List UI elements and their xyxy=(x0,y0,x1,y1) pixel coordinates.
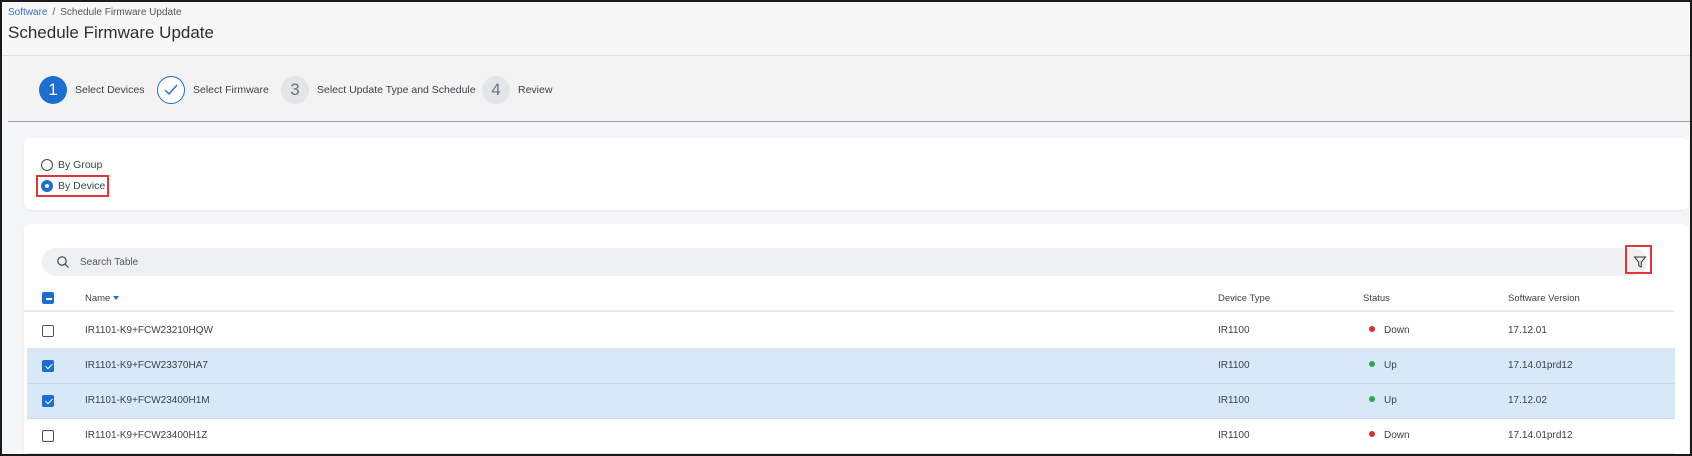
step-label: Select Devices xyxy=(75,84,145,96)
device-table-card: Search Table Name Device Type Status Sof… xyxy=(24,224,1689,454)
status-dot-icon xyxy=(1369,361,1375,367)
breadcrumb-current: Schedule Firmware Update xyxy=(60,7,182,18)
device-name: IR1101-K9+FCW23370HA7 xyxy=(85,360,208,371)
status-cell: Down xyxy=(1369,430,1410,441)
breadcrumb: Software / Schedule Firmware Update xyxy=(8,7,181,18)
row-checkbox[interactable] xyxy=(42,360,54,372)
status-text: Down xyxy=(1384,430,1410,441)
wizard-step-review[interactable]: 4 Review xyxy=(482,76,552,104)
step-number-badge: 3 xyxy=(281,76,309,104)
page-title: Schedule Firmware Update xyxy=(8,23,214,42)
search-bar[interactable]: Search Table xyxy=(42,248,1647,276)
search-icon xyxy=(57,256,69,268)
column-header-device-type[interactable]: Device Type xyxy=(1218,293,1270,304)
wizard-stepper: 1 Select Devices Select Firmware 3 Selec… xyxy=(8,56,1690,122)
status-text: Up xyxy=(1384,360,1397,371)
highlight-box xyxy=(36,175,109,197)
radio-button[interactable] xyxy=(41,159,53,171)
radio-by-group[interactable]: By Group xyxy=(41,159,102,171)
sort-arrow-icon xyxy=(113,296,120,300)
row-checkbox[interactable] xyxy=(42,395,54,407)
step-number-badge: 1 xyxy=(39,76,67,104)
status-text: Up xyxy=(1384,395,1397,406)
breadcrumb-link-software[interactable]: Software xyxy=(8,7,47,18)
device-type: IR1100 xyxy=(1218,430,1250,441)
wizard-step-select-firmware[interactable]: Select Firmware xyxy=(157,76,269,104)
breadcrumb-separator: / xyxy=(52,7,56,18)
status-cell: Up xyxy=(1369,395,1397,406)
status-cell: Up xyxy=(1369,360,1397,371)
highlight-box xyxy=(1625,245,1652,274)
step-label: Select Firmware xyxy=(193,84,269,96)
wizard-step-select-update-type[interactable]: 3 Select Update Type and Schedule xyxy=(281,76,476,104)
checkmark-icon xyxy=(157,76,185,104)
software-version: 17.14.01prd12 xyxy=(1508,430,1573,441)
row-checkbox[interactable] xyxy=(42,325,54,337)
row-checkbox[interactable] xyxy=(42,430,54,442)
page-header: Software / Schedule Firmware Update Schedu… xyxy=(2,2,1690,56)
table-row[interactable]: IR1101-K9+FCW23370HA7 IR1100 Up 17.14.01… xyxy=(27,349,1675,384)
step-label: Review xyxy=(518,84,553,96)
software-version: 17.12.01 xyxy=(1508,325,1547,336)
selection-mode-card: By Group By Device xyxy=(24,138,1689,210)
table-header: Name Device Type Status Software Version xyxy=(24,286,1674,312)
device-type: IR1100 xyxy=(1218,325,1250,336)
status-cell: Down xyxy=(1369,325,1410,336)
device-name: IR1101-K9+FCW23400H1M xyxy=(85,395,210,406)
column-header-software-version[interactable]: Software Version xyxy=(1508,293,1580,304)
table-row[interactable]: IR1101-K9+FCW23400H1Z IR1100 Down 17.14.… xyxy=(27,419,1675,454)
column-header-name[interactable]: Name xyxy=(85,293,120,304)
radio-label: By Group xyxy=(58,159,103,171)
app-frame: Software / Schedule Firmware Update Schedu… xyxy=(0,0,1692,456)
step-label: Select Update Type and Schedule xyxy=(317,84,476,96)
column-header-label: Name xyxy=(85,293,111,304)
software-version: 17.12.02 xyxy=(1508,395,1547,406)
device-name: IR1101-K9+FCW23400H1Z xyxy=(85,430,208,441)
status-dot-icon xyxy=(1369,326,1375,332)
step-number-badge: 4 xyxy=(482,76,510,104)
search-input[interactable]: Search Table xyxy=(80,257,138,268)
select-all-checkbox[interactable] xyxy=(42,292,54,304)
status-text: Down xyxy=(1384,325,1410,336)
device-type: IR1100 xyxy=(1218,360,1250,371)
wizard-step-select-devices[interactable]: 1 Select Devices xyxy=(39,76,144,104)
device-name: IR1101-K9+FCW23210HQW xyxy=(85,325,213,336)
table-row[interactable]: IR1101-K9+FCW23400H1M IR1100 Up 17.12.02 xyxy=(27,384,1675,419)
status-dot-icon xyxy=(1369,431,1375,437)
status-dot-icon xyxy=(1369,396,1375,402)
column-header-status[interactable]: Status xyxy=(1363,293,1390,304)
software-version: 17.14.01prd12 xyxy=(1508,360,1573,371)
device-type: IR1100 xyxy=(1218,395,1250,406)
table-row[interactable]: IR1101-K9+FCW23210HQW IR1100 Down 17.12.… xyxy=(27,314,1675,349)
